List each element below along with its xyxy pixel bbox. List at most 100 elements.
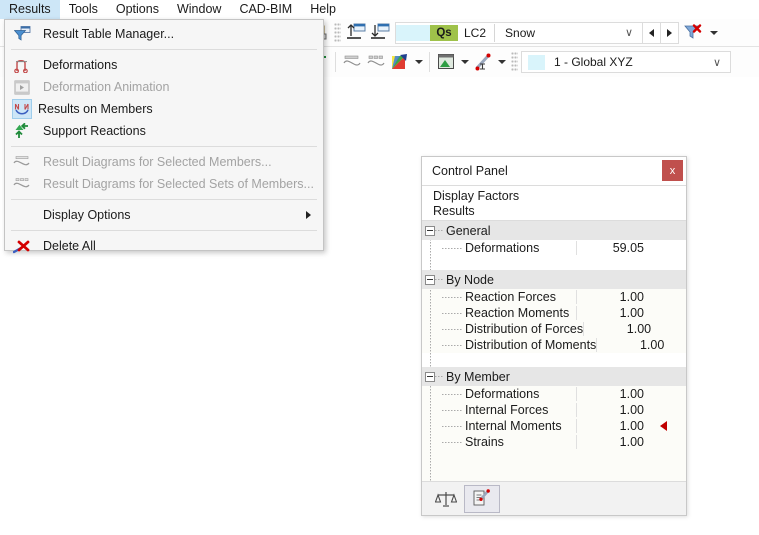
previous-load-case-button[interactable] [643,22,661,44]
support-reactions-icon [7,120,37,142]
combo-divider [494,24,495,42]
member-diagram-icon[interactable] [340,50,364,74]
tree-dots [435,376,444,377]
subheader-line-2: Results [433,204,686,219]
tree-dots [442,345,462,346]
caret-down-icon [498,60,506,64]
row-value[interactable]: 1.00 [576,387,652,401]
table-row[interactable]: Strains 1.00 [422,434,686,450]
menu-separator [11,230,317,231]
menu-separator [11,199,317,200]
show-hide-line-results-icon[interactable] [368,21,392,45]
menu-item-label: Deformations [37,58,117,72]
menu-item-label: Support Reactions [37,124,146,138]
scales-icon [435,490,457,508]
row-label: Deformations [462,241,576,255]
menu-options[interactable]: Options [107,0,168,19]
toolbar-grip[interactable] [334,23,341,43]
table-row[interactable]: Reaction Forces 1.00 [422,289,686,305]
tree-dots [442,426,462,427]
menu-item-label: Result Diagrams for Selected Sets of Mem… [37,177,314,191]
tree-dots [435,230,444,231]
chevron-down-icon[interactable]: ∨ [619,26,642,39]
group-rows-by-node: Reaction Forces 1.00 Reaction Moments 1.… [422,289,686,353]
control-panel-subheader: Display Factors Results [422,186,686,221]
row-value[interactable]: 59.05 [576,241,652,255]
table-row[interactable]: Deformations 59.05 [422,240,686,256]
group-rows-general: Deformations 59.05 [422,240,686,256]
results-dropdown-menu: Result Table Manager... Deformations [4,19,324,251]
row-value[interactable]: 1.00 [596,338,672,352]
tree-dots [435,279,444,280]
collapse-toggle-icon[interactable] [425,372,435,382]
color-scale-dropdown-button[interactable] [412,50,425,74]
triangle-left-icon [649,29,654,37]
row-value[interactable]: 1.00 [576,435,652,449]
menu-item-support-reactions[interactable]: Support Reactions [5,120,323,142]
filter-dropdown-button[interactable] [707,21,720,45]
table-row[interactable]: Internal Forces 1.00 [422,402,686,418]
filter-clear-icon[interactable] [679,21,707,45]
row-value[interactable]: 1.00 [583,322,659,336]
scale-factors-tab[interactable] [428,485,464,513]
document-pen-icon [472,489,492,508]
table-row[interactable]: Reaction Moments 1.00 [422,305,686,321]
axis-system-combo[interactable]: 1 - Global XYZ ∨ [521,51,731,73]
result-table-dropdown-button[interactable] [458,50,471,74]
row-label: Deformations [462,387,576,401]
menu-item-results-on-members[interactable]: Results on Members [5,98,323,120]
menu-cad-bim[interactable]: CAD-BIM [230,0,301,19]
member-results-icon [12,99,32,119]
menu-window[interactable]: Window [168,0,230,19]
tree-dots [442,394,462,395]
show-hide-node-results-icon[interactable] [344,21,368,45]
table-row-selected[interactable]: Internal Moments 1.00 [422,418,686,434]
menu-help[interactable]: Help [301,0,345,19]
collapse-toggle-icon[interactable] [425,226,435,236]
color-scale-icon[interactable] [388,50,412,74]
load-case-color-swatch-1 [396,25,413,41]
row-value[interactable]: 1.00 [576,403,652,417]
display-properties-tab[interactable] [464,485,500,513]
menu-item-deformations[interactable]: Deformations [5,54,323,76]
subheader-line-1: Display Factors [433,189,686,204]
control-panel-window: Control Panel x Display Factors Results … [421,156,687,516]
control-panel-title-bar[interactable]: Control Panel x [422,157,686,186]
row-value[interactable]: 1.00 [576,306,652,320]
table-row[interactable]: Deformations 1.00 [422,386,686,402]
film-strip-icon [7,76,37,98]
load-case-combo[interactable]: Qs LC2 Snow ∨ [395,22,643,44]
group-header-general[interactable]: General [422,221,686,240]
menu-item-delete-all[interactable]: Delete All [5,235,323,257]
result-table-icon[interactable] [434,50,458,74]
member-set-diagram-icon[interactable] [364,50,388,74]
menu-bar: Results Tools Options Window CAD-BIM Hel… [0,0,759,19]
row-label: Distribution of Moments [462,338,596,352]
group-header-by-member[interactable]: By Member [422,367,686,386]
table-row[interactable]: Distribution of Forces 1.00 [422,321,686,337]
group-header-by-node[interactable]: By Node [422,270,686,289]
control-panel-tab-bar [422,481,686,515]
row-label: Strains [462,435,576,449]
collapse-toggle-icon[interactable] [425,275,435,285]
result-value-icon[interactable] [471,50,495,74]
menu-item-result-diagrams-sets: Result Diagrams for Selected Sets of Mem… [5,173,323,195]
caret-down-icon [461,60,469,64]
row-value[interactable]: 1.00 [576,290,652,304]
next-load-case-button[interactable] [661,22,679,44]
menu-item-label: Display Options [37,208,131,222]
row-value[interactable]: 1.00 [576,419,652,433]
result-diagram-sets-icon [7,173,37,195]
close-icon[interactable]: x [662,160,683,181]
result-diagram-icon [7,151,37,173]
chevron-down-icon[interactable]: ∨ [707,56,730,69]
group-rows-by-member: Deformations 1.00 Internal Forces 1.00 I… [422,386,686,450]
menu-results[interactable]: Results [0,0,60,19]
table-row[interactable]: Distribution of Moments 1.00 [422,337,686,353]
menu-item-display-options[interactable]: Display Options [5,204,323,226]
menu-tools[interactable]: Tools [60,0,107,19]
result-value-dropdown-button[interactable] [495,50,508,74]
no-icon [7,204,37,226]
toolbar-grip[interactable] [511,52,518,72]
menu-item-result-table-manager[interactable]: Result Table Manager... [5,23,323,45]
